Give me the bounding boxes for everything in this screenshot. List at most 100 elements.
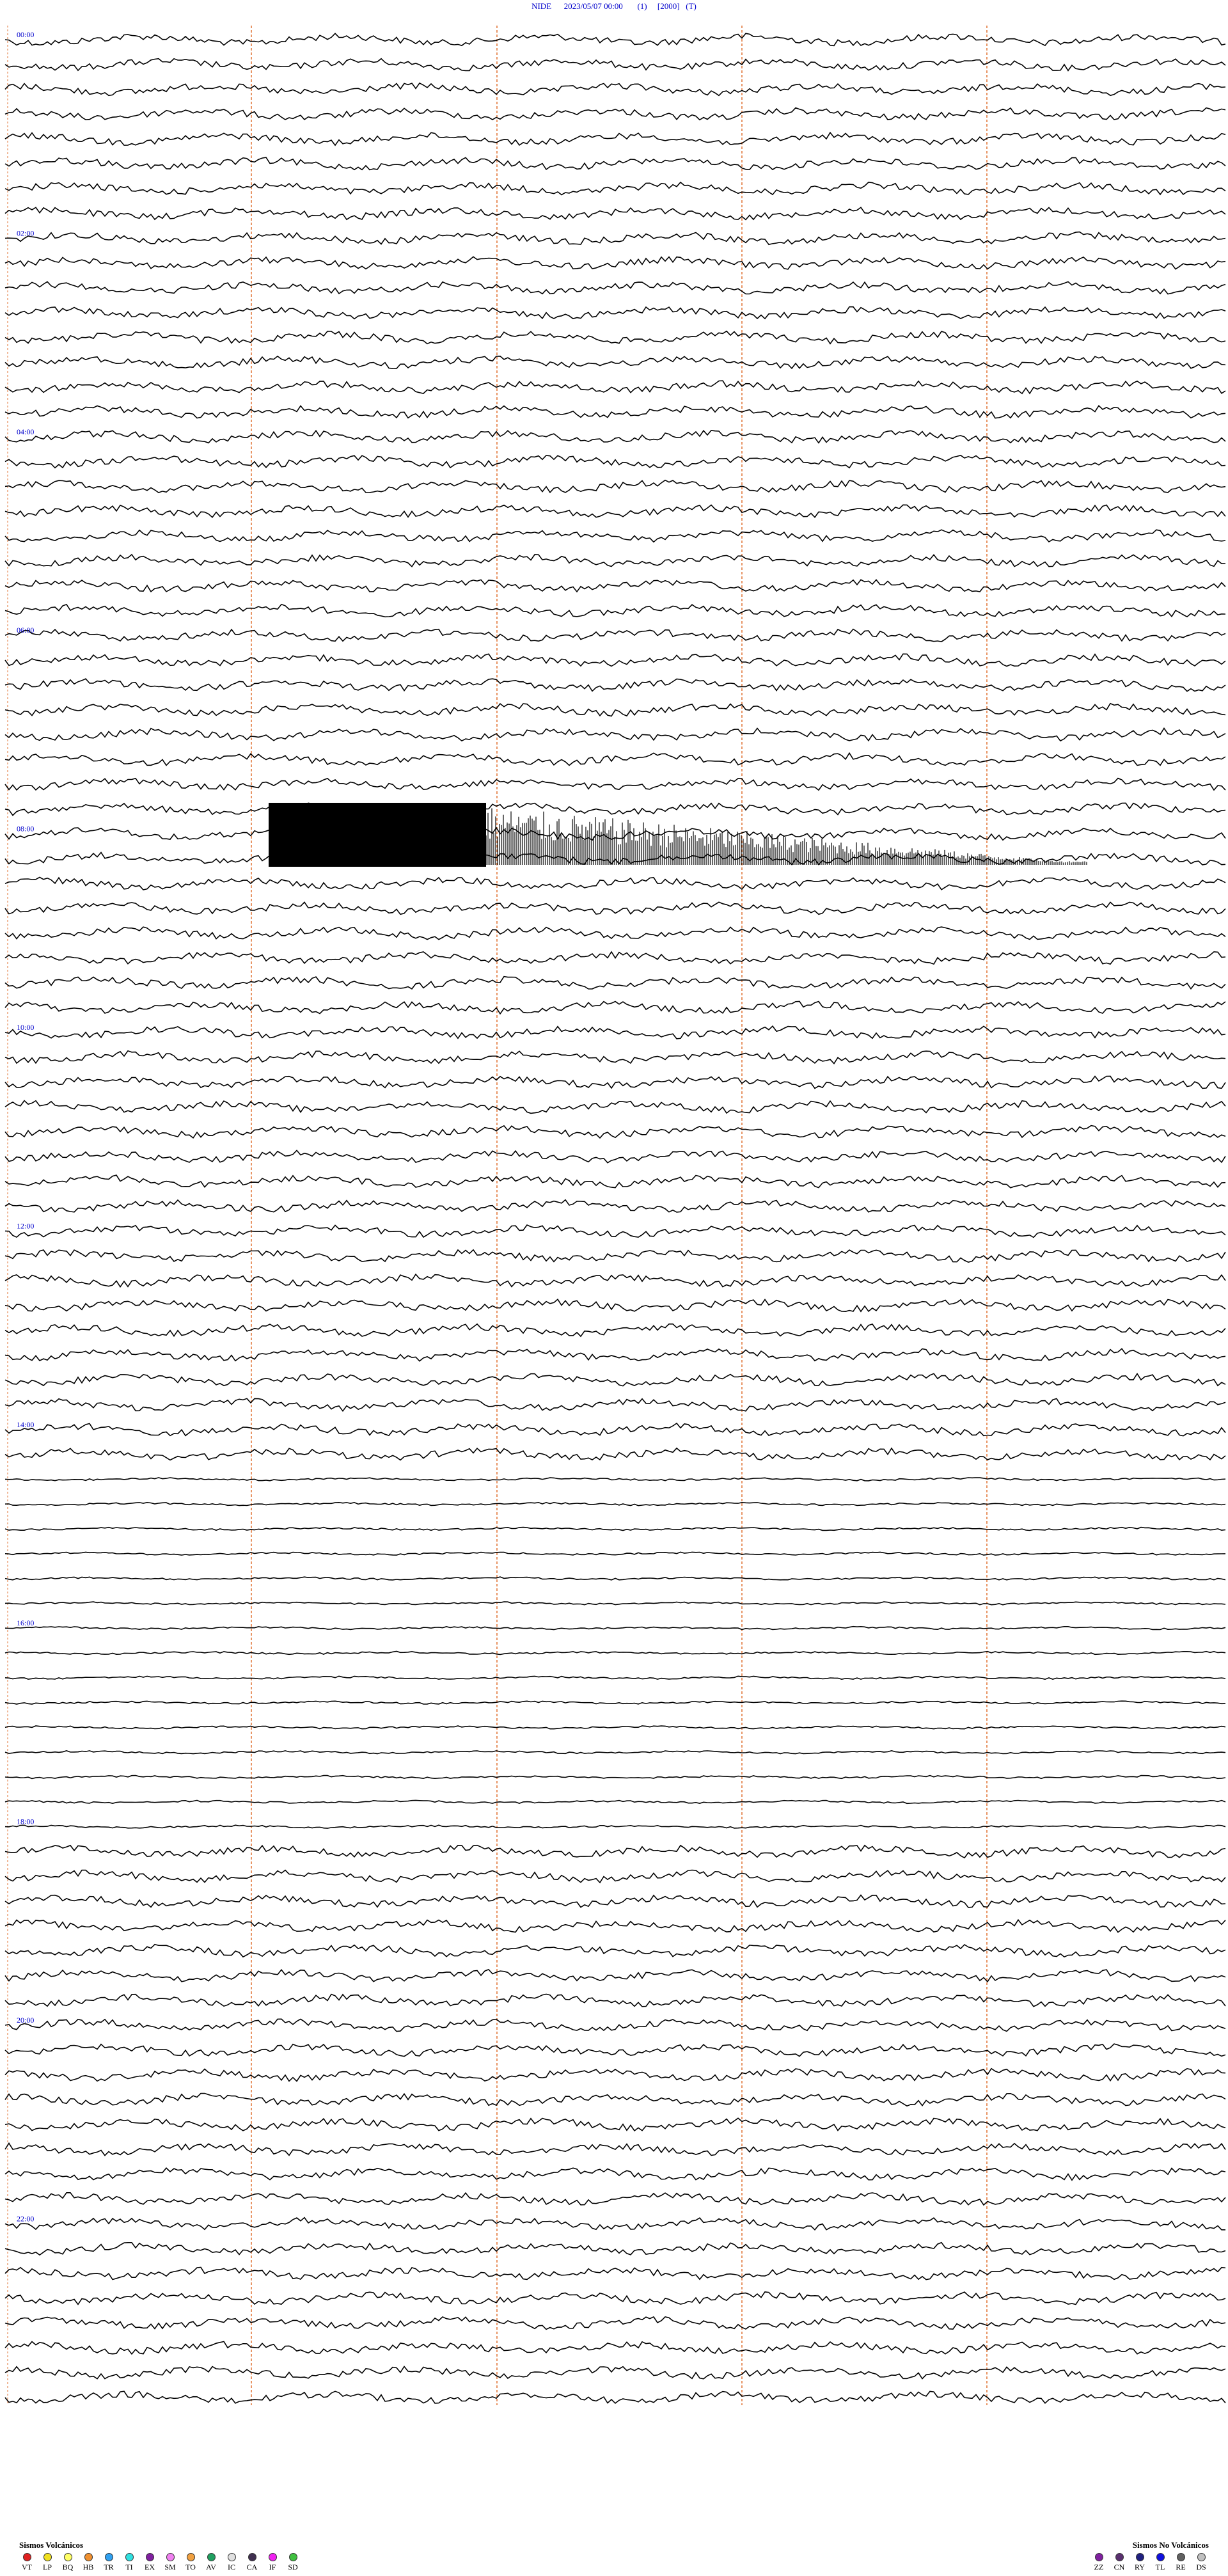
legend-nonvolcanic-label: RY [1134,2563,1145,2572]
legend-nonvolcanic-label: TL [1155,2563,1165,2572]
legend-volcanic-label: VT [22,2563,32,2572]
legend-volcanic-label: EX [145,2563,155,2572]
trace-line [4,1050,1226,1065]
trace-line [4,231,1226,246]
trace-line [4,1501,1226,1506]
legend-volcanic-dot-icon [104,2553,113,2561]
trace-line [4,2043,1226,2057]
hour-label: 06:00 [17,626,34,635]
trace-line [4,1125,1226,1139]
trace-line [4,1750,1226,1755]
trace-line [4,2241,1226,2256]
legend-volcanic-label: LP [42,2563,52,2572]
trace-line [4,1422,1226,1437]
trace-line [4,504,1226,518]
legend-volcanic-label: AV [206,2563,216,2572]
trace-line [4,901,1226,915]
trace-line [4,1943,1226,1958]
trace-line [4,1273,1226,1288]
hour-label: 20:00 [17,2016,34,2025]
trace-line [4,976,1226,990]
trace-line [4,826,1226,841]
trace-line [4,1298,1226,1313]
hour-label: 14:00 [17,1420,34,1429]
trace-line [4,1323,1226,1338]
legend-nonvolcanic-label: ZZ [1094,2563,1104,2572]
legend-nonvolcanic-item-cn: CN [1112,2553,1127,2572]
trace-line [4,429,1226,444]
legend-volcanic-item-av: AV [203,2553,219,2572]
legend-volcanic-dot-icon [288,2553,297,2561]
trace-line [4,2366,1226,2380]
trace-line [4,1398,1226,1412]
trace-line [4,306,1226,320]
trace-line [4,1224,1226,1238]
legend-volcanic-dot-icon [84,2553,93,2561]
trace-line [4,1526,1226,1531]
trace-line [4,752,1226,766]
trace-line [4,1150,1226,1164]
trace-line [4,281,1226,295]
trace-line [4,1894,1226,1908]
trace-line [4,2117,1226,2132]
trace-line [4,157,1226,171]
trace-line [4,1650,1226,1655]
legend-volcanic-item-bq: BQ [60,2553,75,2572]
trace-line [4,653,1226,667]
trace-line [4,1844,1226,1859]
trace-line [4,1025,1226,1039]
trace-line [4,1774,1226,1780]
legend-volcanic-item-tr: TR [101,2553,116,2572]
trace-line [4,951,1226,965]
trace-line [4,2216,1225,2231]
legend-nonvolcanic-dot-icon [1094,2553,1103,2561]
trace-line [4,579,1226,593]
legend-volcanic-item-ex: EX [142,2553,157,2572]
legend-volcanic-dot-icon [227,2553,236,2561]
legend-volcanic-item-ti: TI [122,2553,137,2572]
hour-label: 16:00 [17,1618,34,1627]
trace-line [4,355,1226,370]
legend-volcanic-label: IC [228,2563,235,2572]
legend-volcanic-label: TR [104,2563,114,2572]
trace-line [4,876,1226,890]
trace-line [4,58,1226,72]
trace-line [4,1000,1226,1015]
legend-volcanic-title: Sismos Volcánicos [19,2540,84,2550]
legend-nonvolcanic-item-tl: TL [1153,2553,1168,2572]
legend-volcanic-label: IF [269,2563,276,2572]
trace-line [4,479,1226,494]
legend-volcanic-label: SM [164,2563,176,2572]
legend-nonvolcanic-dot-icon [1115,2553,1124,2561]
legend-volcanic-item-sd: SD [285,2553,301,2572]
hour-label: 10:00 [17,1023,34,1032]
legend-nonvolcanic-title: Sismos No Volcánicos [1132,2540,1209,2550]
trace-line [4,2018,1226,2032]
legend-volcanic-label: BQ [62,2563,74,2572]
legend-nonvolcanic-dot-icon [1156,2553,1165,2561]
legend-nonvolcanic-dot-icon [1135,2553,1144,2561]
trace-line [4,2291,1226,2305]
legend-nonvolcanic-label: DS [1196,2563,1206,2572]
trace-line [4,2067,1226,2082]
legend-volcanic-dot-icon [268,2553,277,2561]
trace-line [4,1799,1226,1805]
trace-line [4,2316,1226,2330]
trace-line [4,926,1226,940]
legend-volcanic-dot-icon [166,2553,175,2561]
trace-line [4,1447,1226,1461]
legend-volcanic-item-ca: CA [244,2553,260,2572]
trace-line [4,1601,1226,1606]
trace-line [4,1100,1226,1114]
trace-line [4,2390,1226,2404]
legend-nonvolcanic-item-ds: DS [1193,2553,1209,2572]
legend-volcanic-label: HB [83,2563,94,2572]
legend-nonvolcanic-label: RE [1176,2563,1186,2572]
trace-line [4,1993,1226,2007]
legend-volcanic-item-lp: LP [40,2553,55,2572]
trace-line [4,2092,1226,2107]
legend-volcanic-dot-icon [145,2553,154,2561]
legend-volcanic-item-to: TO [183,2553,198,2572]
legend-volcanic-row: VT LP BQ HB TR TI EX SM TO AV IC CA IF SD [19,2553,301,2572]
hour-label: 12:00 [17,1221,34,1230]
